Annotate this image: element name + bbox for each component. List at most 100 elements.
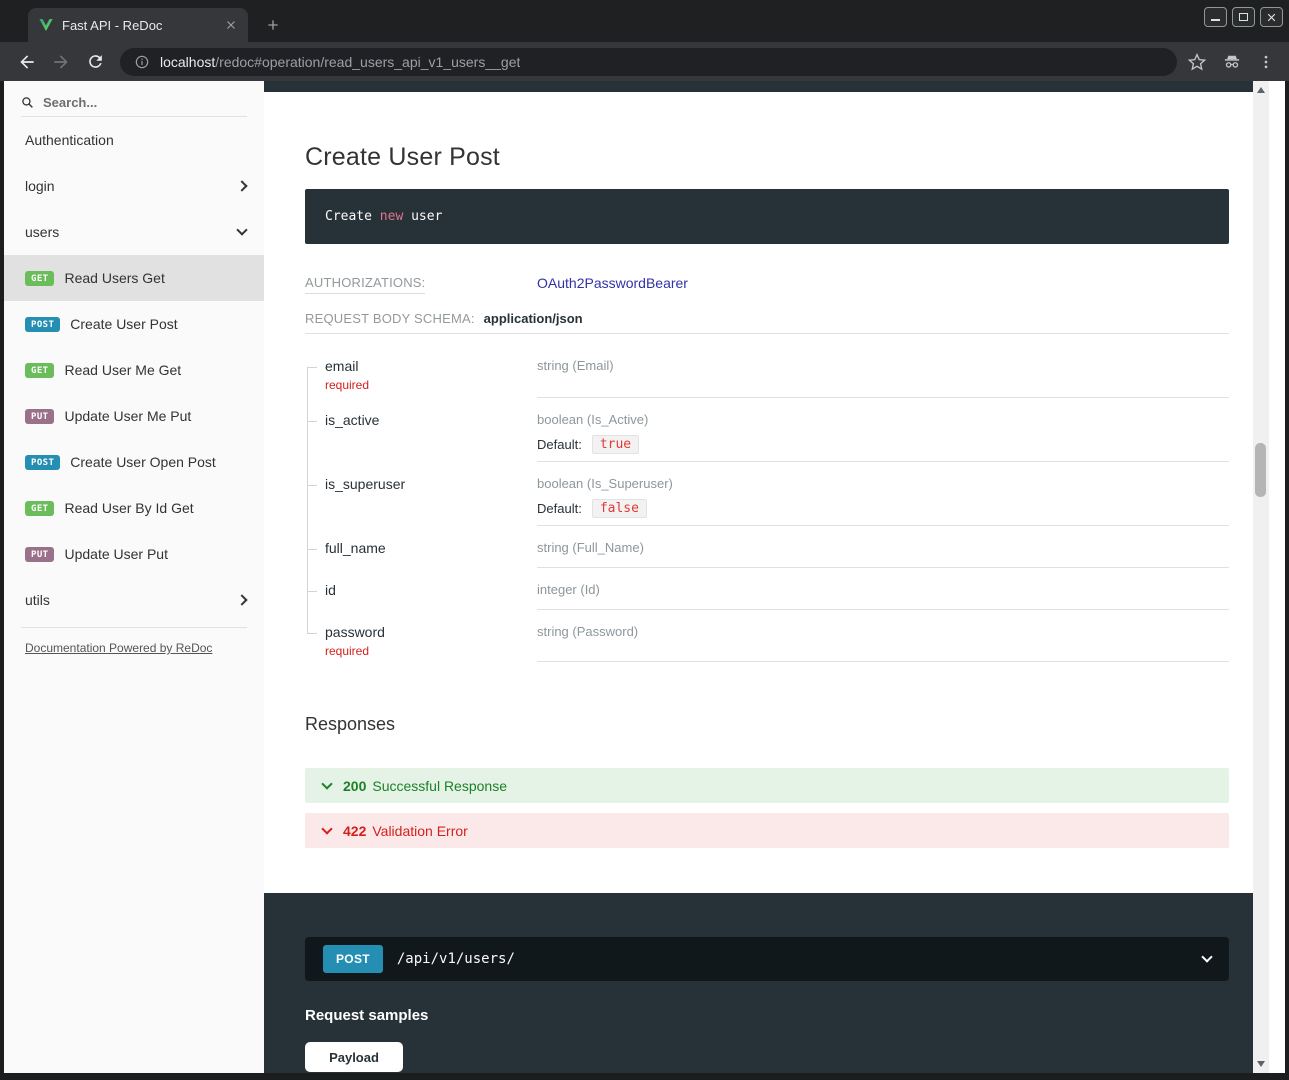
tree-connector <box>307 485 317 486</box>
schema-field-row: is_activeboolean (Is_Active)Default:true <box>305 398 1229 462</box>
schema-field-row: emailrequiredstring (Email) <box>305 334 1229 398</box>
sidebar-item-update-user-me-put[interactable]: PUT Update User Me Put <box>4 393 264 439</box>
field-name: id <box>325 582 527 598</box>
browser-tab[interactable]: Fast API - ReDoc <box>28 8 248 42</box>
field-type: string (Full_Name) <box>537 540 1229 555</box>
field-name: email <box>325 358 527 374</box>
window-minimize-button[interactable] <box>1204 7 1227 27</box>
sample-tabs: Payload <box>305 1042 403 1072</box>
url-text: localhost/redoc#operation/read_users_api… <box>160 54 520 70</box>
default-value: false <box>592 499 647 518</box>
sidebar: Authentication login users GETRead Users Ge… <box>4 81 264 1073</box>
forward-button[interactable] <box>47 48 75 76</box>
sidebar-item-login[interactable]: login <box>4 163 264 209</box>
sidebar-item-update-user-put[interactable]: PUT Update User Put <box>4 531 264 577</box>
sidebar-item-authentication[interactable]: Authentication <box>4 117 264 163</box>
sidebar-item-label: Authentication <box>25 132 246 148</box>
scroll-down-icon[interactable] <box>1257 1061 1265 1067</box>
url-host: localhost <box>160 54 215 70</box>
sidebar-item-label: users <box>25 224 238 240</box>
sidebar-item-utils[interactable]: utils <box>4 577 264 623</box>
scrollbar-thumb[interactable] <box>1255 443 1266 497</box>
favicon-v-icon <box>38 17 54 33</box>
response-422[interactable]: 422Validation Error <box>305 813 1229 848</box>
sidebar-item-label: Create User Open Post <box>70 454 246 470</box>
field-type: boolean (Is_Superuser) <box>537 476 1229 491</box>
method-badge: POST <box>25 317 60 332</box>
endpoint-dropdown[interactable]: POST /api/v1/users/ <box>305 937 1229 981</box>
description-highlight: new <box>380 209 403 224</box>
browser-tab-bar: Fast API - ReDoc <box>0 0 1289 42</box>
method-badge: GET <box>25 363 54 378</box>
sidebar-item-read-users-get[interactable]: GETRead Users Get <box>4 255 264 301</box>
field-name: is_superuser <box>325 476 527 492</box>
response-code: 200 <box>343 778 366 794</box>
schema-fields-table: emailrequiredstring (Email)is_activebool… <box>305 333 1229 662</box>
field-required-label: required <box>325 378 527 392</box>
auth-scheme-link[interactable]: OAuth2PasswordBearer <box>537 275 688 291</box>
back-button[interactable] <box>13 48 41 76</box>
request-body-media-type: application/json <box>484 311 583 326</box>
search-input[interactable] <box>43 95 213 110</box>
scroll-up-icon[interactable] <box>1257 87 1265 93</box>
search-box[interactable] <box>21 89 247 117</box>
field-type: boolean (Is_Active) <box>537 412 1229 427</box>
request-body-schema-row: REQUEST BODY SCHEMA: application/json <box>305 311 1229 326</box>
response-code: 422 <box>343 823 366 839</box>
field-name: password <box>325 624 527 640</box>
authorizations-row: AUTHORIZATIONS: OAuth2PasswordBearer <box>305 275 1229 294</box>
tree-connector <box>307 549 317 550</box>
reload-button[interactable] <box>81 48 109 76</box>
window-close-button[interactable] <box>1260 7 1283 27</box>
default-value: true <box>592 435 639 454</box>
previous-section-strip <box>264 81 1269 92</box>
responses-title: Responses <box>305 714 395 735</box>
window-maximize-button[interactable] <box>1232 7 1255 27</box>
sidebar-item-label: Create User Post <box>70 316 246 332</box>
tree-connector <box>307 421 317 422</box>
default-label: Default: <box>537 501 582 516</box>
menu-kebab-icon[interactable] <box>1257 52 1275 72</box>
sidebar-item-label: Read User Me Get <box>64 362 246 378</box>
bookmark-star-icon[interactable] <box>1187 52 1207 72</box>
chevron-down-icon <box>321 823 332 834</box>
response-200[interactable]: 200 Successful Response <box>305 768 1229 803</box>
page-scrollbar[interactable] <box>1253 81 1269 1073</box>
tree-connector <box>307 367 317 368</box>
address-bar[interactable]: localhost/redoc#operation/read_users_api… <box>120 48 1177 76</box>
sidebar-item-create-user-open-post[interactable]: POSTCreate User Open Post <box>4 439 264 485</box>
sidebar-item-read-user-by-id-get[interactable]: GETRead User By Id Get <box>4 485 264 531</box>
operation-title: Create User Post <box>305 143 500 172</box>
field-required-label: required <box>325 644 527 658</box>
tab-close-icon[interactable] <box>222 16 240 34</box>
method-badge: PUT <box>25 547 54 562</box>
field-name: full_name <box>325 540 527 556</box>
new-tab-button[interactable] <box>260 12 286 38</box>
sidebar-divider <box>21 627 247 628</box>
sidebar-item-label: Update User Put <box>64 546 246 562</box>
request-samples-title: Request samples <box>305 1007 428 1024</box>
method-badge: PUT <box>25 409 54 424</box>
chevron-down-icon <box>236 224 247 235</box>
default-label: Default: <box>537 437 582 452</box>
sidebar-item-label: Update User Me Put <box>64 408 246 424</box>
response-label: Successful Response <box>372 778 507 794</box>
operation-description-code: Create new user <box>305 189 1229 244</box>
sidebar-item-read-user-me-get[interactable]: GET Read User Me Get <box>4 347 264 393</box>
redoc-footer-link[interactable]: Documentation Powered by ReDoc <box>25 641 212 655</box>
endpoint-method-badge: POST <box>323 945 383 973</box>
tab-payload[interactable]: Payload <box>305 1042 403 1072</box>
field-type: string (Password) <box>537 624 1229 639</box>
sidebar-item-users[interactable]: users <box>4 209 264 255</box>
sidebar-nav: Authentication login users GETRead Users Ge… <box>4 117 264 623</box>
sidebar-item-create-user-post[interactable]: POST Create User Post <box>4 301 264 347</box>
browser-toolbar: localhost/redoc#operation/read_users_api… <box>0 42 1289 81</box>
request-samples-panel: POST /api/v1/users/ Request samples Payl… <box>264 893 1269 1073</box>
tab-title: Fast API - ReDoc <box>62 18 222 33</box>
site-info-icon[interactable] <box>134 54 150 70</box>
responses-list: 200 Successful Response 422Validation Erro… <box>305 768 1229 858</box>
description-pre: Create <box>325 209 380 224</box>
redoc-page: Authentication login users GETRead Users Ge… <box>4 81 1285 1073</box>
method-badge: GET <box>25 271 54 286</box>
incognito-icon <box>1221 52 1243 72</box>
